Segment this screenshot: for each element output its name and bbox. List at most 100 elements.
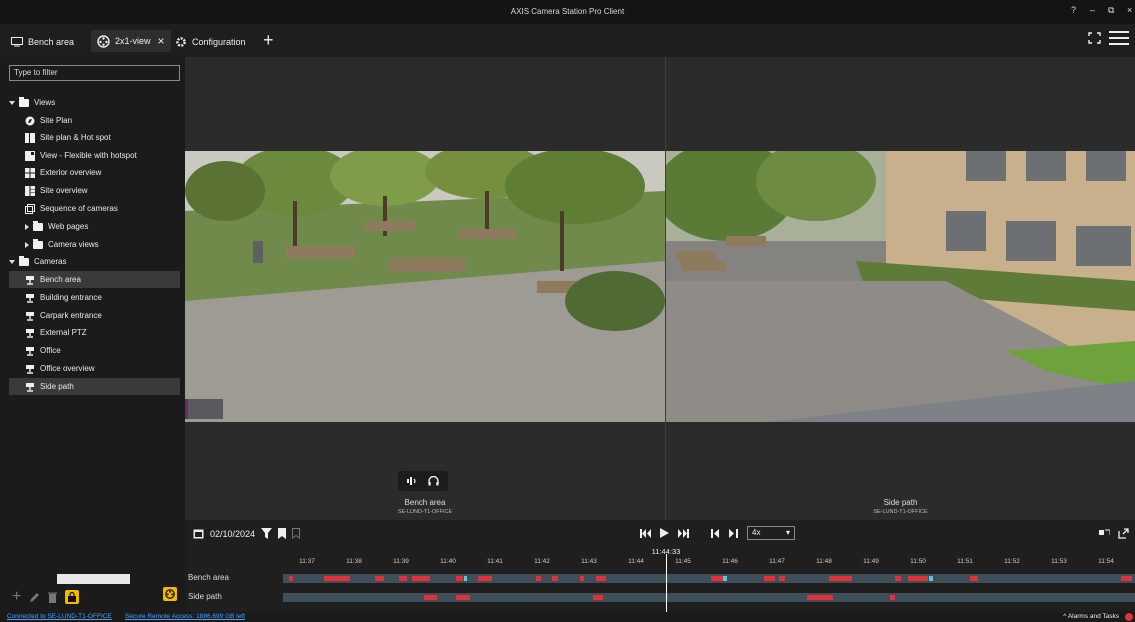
playhead[interactable]	[666, 554, 667, 612]
tree-item-site-plan[interactable]: Site Plan	[9, 112, 180, 129]
tree-camera-office-overview[interactable]: Office overview	[9, 360, 180, 377]
minimize-button[interactable]: –	[1090, 5, 1095, 15]
tile-title: Bench area	[404, 498, 446, 507]
tree-camera-office[interactable]: Office	[9, 342, 180, 359]
recording-segment[interactable]	[894, 576, 901, 581]
tab-bench-area[interactable]: Bench area	[11, 32, 74, 52]
speaker-icon[interactable]	[407, 476, 418, 486]
recording-segment[interactable]	[580, 576, 584, 581]
recording-segment[interactable]	[763, 576, 776, 581]
expand-icon[interactable]	[9, 100, 15, 105]
filter-icon[interactable]	[261, 528, 273, 539]
recording-segment[interactable]	[710, 576, 723, 581]
step-forward-icon[interactable]	[729, 528, 738, 538]
tree-cameras[interactable]: Cameras	[9, 253, 180, 270]
play-icon[interactable]	[660, 528, 669, 538]
title-bar: AXIS Camera Station Pro Client ? – ⧉ ×	[0, 0, 1135, 24]
playback-controls: 4x ▾	[640, 526, 795, 540]
tree-camera-side-path[interactable]: Side path	[9, 378, 180, 395]
expand-icon[interactable]	[9, 259, 15, 264]
tree-camera-bench-area[interactable]: Bench area	[9, 271, 180, 288]
recording-segment[interactable]	[889, 595, 895, 600]
recording-segment[interactable]	[723, 576, 727, 581]
track-label: Bench area	[188, 573, 229, 582]
connection-link[interactable]: Connected to SE-LUND-T1-OFFICE	[7, 613, 112, 620]
tree-camera-building-entrance[interactable]: Building entrance	[9, 289, 180, 306]
export-icon[interactable]	[1118, 528, 1129, 539]
video-tile-side-path[interactable]: Side path SE-LUND-T1-OFFICE	[666, 57, 1135, 520]
time-tick-label: 11:38	[346, 558, 362, 565]
video-feed-bench-area[interactable]	[185, 151, 665, 422]
camera-reel-badge-icon[interactable]	[163, 587, 177, 601]
tree-item-site-plan-hotspot[interactable]: Site plan & Hot spot	[9, 129, 180, 146]
calendar-icon[interactable]	[193, 528, 204, 539]
tree-item-sequence[interactable]: Sequence of cameras	[9, 200, 180, 217]
timeline-track-side-path[interactable]	[283, 593, 1135, 602]
filter-input[interactable]: Type to filter	[9, 65, 180, 81]
time-tick-label: 11:44	[628, 558, 644, 565]
recording-segment[interactable]	[288, 576, 294, 581]
recording-segment[interactable]	[595, 576, 606, 581]
recording-segment[interactable]	[593, 595, 604, 600]
skip-back-icon[interactable]	[640, 528, 651, 538]
tile-title: Side path	[883, 498, 918, 507]
close-tab-icon[interactable]: ×	[158, 34, 165, 48]
tree-item-site-overview[interactable]: Site overview	[9, 182, 180, 199]
recording-segment[interactable]	[778, 576, 785, 581]
compact-view-icon[interactable]	[1099, 528, 1110, 537]
date-value[interactable]: 02/10/2024	[210, 529, 255, 539]
recording-segment[interactable]	[423, 595, 438, 600]
recording-segment[interactable]	[463, 576, 468, 581]
lock-icon[interactable]	[65, 590, 80, 604]
close-button[interactable]: ×	[1127, 5, 1132, 15]
tree-views[interactable]: Views	[9, 94, 180, 111]
tree-camera-views[interactable]: Camera views	[9, 236, 180, 253]
menu-icon[interactable]	[1109, 30, 1129, 46]
recording-segment[interactable]	[806, 595, 834, 600]
tree-item-exterior-overview[interactable]: Exterior overview	[9, 164, 180, 181]
video-feed-side-path[interactable]	[666, 151, 1135, 422]
timeline-track-bench-area[interactable]	[283, 574, 1135, 583]
tree-web-pages[interactable]: Web pages	[9, 218, 180, 235]
fullscreen-icon[interactable]	[1088, 32, 1101, 44]
recording-segment[interactable]	[398, 576, 408, 581]
tab-label: Bench area	[28, 37, 75, 47]
tab-2x1-view[interactable]: 2x1-view ×	[91, 30, 171, 52]
expand-icon[interactable]	[25, 241, 29, 248]
recording-segment[interactable]	[455, 595, 470, 600]
skip-forward-icon[interactable]	[678, 528, 689, 538]
bookmark-icon[interactable]	[278, 528, 287, 539]
bookmark-outline-icon[interactable]	[292, 528, 301, 539]
step-back-icon[interactable]	[711, 528, 720, 538]
tree-camera-carpark-entrance[interactable]: Carpark entrance	[9, 307, 180, 324]
alarms-and-tasks-button[interactable]: ^ Alarms and Tasks	[1063, 613, 1119, 620]
recording-segment[interactable]	[455, 576, 463, 581]
restore-button[interactable]: ⧉	[1108, 5, 1114, 16]
recording-segment[interactable]	[1120, 576, 1132, 581]
headphones-icon[interactable]	[428, 476, 439, 486]
recording-segment[interactable]	[928, 576, 934, 581]
speed-select[interactable]: 4x ▾	[747, 526, 795, 540]
recording-segment[interactable]	[829, 576, 853, 581]
recording-segment[interactable]	[411, 576, 431, 581]
add-icon[interactable]: +	[12, 588, 21, 606]
video-tile-bench-area[interactable]: Bench area SE-LUND-T1-OFFICE	[185, 57, 665, 520]
recording-segment[interactable]	[907, 576, 928, 581]
tree-camera-external-ptz[interactable]: External PTZ	[9, 324, 180, 341]
remote-access-link[interactable]: Secure Remote Access: 1886.699 GB left	[125, 613, 245, 620]
add-tab-button[interactable]: +	[263, 31, 274, 49]
recording-segment[interactable]	[478, 576, 492, 581]
help-button[interactable]: ?	[1071, 5, 1076, 15]
edit-icon[interactable]	[29, 592, 40, 603]
expand-icon[interactable]	[25, 223, 29, 230]
delete-icon[interactable]	[48, 592, 58, 603]
recording-segment[interactable]	[552, 576, 559, 581]
recording-segment[interactable]	[536, 576, 542, 581]
audio-controls	[398, 471, 448, 491]
multi-view-icon	[25, 185, 35, 196]
recording-segment[interactable]	[375, 576, 384, 581]
recording-segment[interactable]	[323, 576, 351, 581]
tree-item-view-flexible[interactable]: View - Flexible with hotspot	[9, 147, 180, 164]
recording-segment[interactable]	[969, 576, 979, 581]
tab-configuration[interactable]: Configuration	[175, 32, 246, 52]
